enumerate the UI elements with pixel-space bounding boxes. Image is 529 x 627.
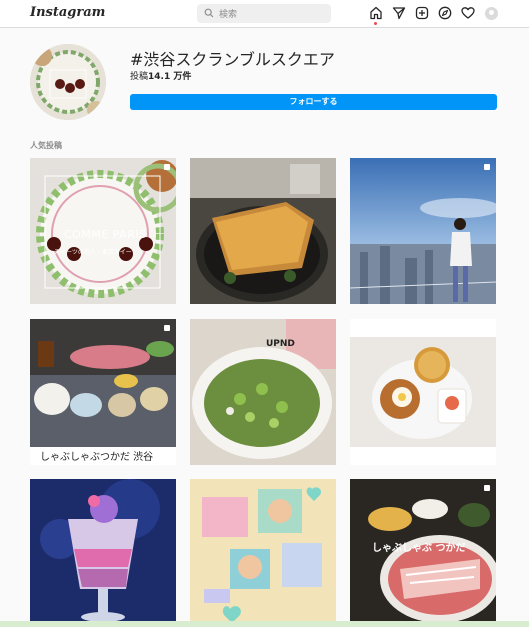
- tile-overlay-subtext: スイーツの恋人 / 東京スイーツ: [54, 249, 138, 256]
- post-tile[interactable]: UPND: [190, 319, 336, 465]
- post-tile[interactable]: しゃぶしゃぶ つかだ: [350, 479, 496, 625]
- tile-overlay-text: COMME PARIS: [64, 228, 147, 241]
- post-tile[interactable]: [350, 158, 496, 304]
- page-bottom-strip: [0, 621, 529, 627]
- profile-avatar[interactable]: [485, 7, 498, 20]
- post-count-label: 投稿: [130, 72, 149, 82]
- new-post-icon[interactable]: [415, 6, 429, 20]
- instagram-logo[interactable]: Instagram: [30, 5, 105, 20]
- activity-heart-icon[interactable]: [461, 6, 475, 20]
- tile-overlay-text: UPND: [266, 339, 295, 349]
- multiple-posts-icon: [164, 164, 170, 170]
- home-icon[interactable]: [369, 6, 383, 20]
- search-icon: [204, 8, 214, 18]
- tile-overlay-text: しゃぶしゃぶつかだ 渋谷: [40, 452, 154, 463]
- post-count: 投稿14.1 万件: [130, 69, 191, 82]
- direct-icon[interactable]: [392, 6, 406, 20]
- hashtag-profile-image: [30, 44, 106, 120]
- top-posts-label: 人気投稿: [30, 141, 62, 150]
- post-count-value: 14.1 万件: [148, 72, 192, 82]
- notification-dot: [374, 22, 377, 25]
- multiple-posts-icon: [164, 325, 170, 331]
- search-placeholder: 検索: [219, 10, 238, 20]
- explore-icon[interactable]: [438, 6, 452, 20]
- top-navigation-bar: Instagram ⌄ 検索: [0, 0, 529, 28]
- post-tile[interactable]: [190, 158, 336, 304]
- post-tile[interactable]: [350, 319, 496, 465]
- post-tile[interactable]: [30, 479, 176, 625]
- hashtag-title: #渋谷スクランブルスクエア: [130, 50, 335, 69]
- search-input[interactable]: 検索: [197, 4, 331, 23]
- follow-button[interactable]: フォローする: [130, 94, 497, 110]
- tile-overlay-text: しゃぶしゃぶ つかだ: [372, 543, 466, 554]
- post-tile[interactable]: COMME PARIS スイーツの恋人 / 東京スイーツ: [30, 158, 176, 304]
- chevron-down-icon[interactable]: ⌄: [87, 8, 94, 17]
- post-tile[interactable]: [190, 479, 336, 625]
- post-tile[interactable]: しゃぶしゃぶつかだ 渋谷: [30, 319, 176, 465]
- multiple-posts-icon: [484, 164, 490, 170]
- multiple-posts-icon: [484, 485, 490, 491]
